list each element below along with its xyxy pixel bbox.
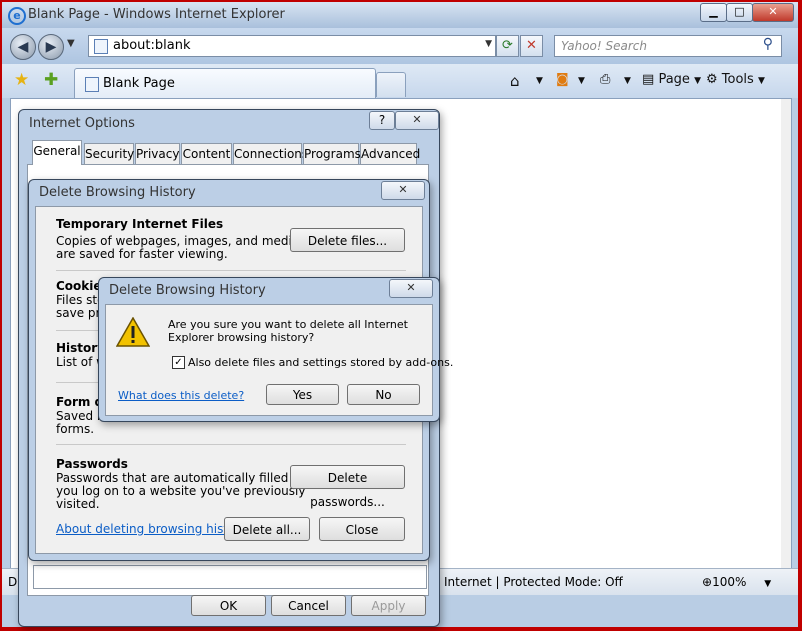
favorites-star-icon[interactable]: ★ <box>14 70 29 90</box>
tab-blank-page[interactable]: Blank Page <box>74 68 376 99</box>
divider <box>56 444 406 445</box>
tab-security[interactable]: Security <box>84 143 134 164</box>
confirm-message: Are you sure you want to delete all Inte… <box>168 318 408 331</box>
temp-files-desc: Copies of webpages, images, and media th… <box>56 234 328 248</box>
address-input[interactable]: about:blank <box>113 38 191 53</box>
addons-checkbox-label[interactable]: Also delete files and settings stored by… <box>188 356 453 369</box>
zoom-level: 100% <box>712 575 747 589</box>
dialog-title: Internet Options <box>29 116 135 131</box>
confirm-message-2: Explorer browsing history? <box>168 331 315 344</box>
maximize-button[interactable]: □ <box>726 3 753 22</box>
add-favorites-icon[interactable]: ✚ <box>44 70 58 90</box>
address-dropdown-icon[interactable]: ▼ <box>485 39 492 49</box>
search-box[interactable]: Yahoo! Search ⚲ <box>554 35 782 57</box>
help-button[interactable]: ? <box>369 111 395 130</box>
feeds-dropdown-icon[interactable]: ▼ <box>578 76 585 86</box>
tools-menu[interactable]: ⚙ Tools ▼ <box>706 72 765 87</box>
confirm-delete-dialog: Delete Browsing History ✕ Are you sure y… <box>98 277 453 422</box>
zoom-icon: ⊕ <box>702 575 713 589</box>
vertical-scrollbar[interactable] <box>781 99 791 573</box>
divider <box>56 270 406 271</box>
tab-content[interactable]: Content <box>181 143 232 164</box>
page-menu[interactable]: ▤ Page ▼ <box>642 72 701 87</box>
close-dialog-button[interactable]: ✕ <box>389 279 433 298</box>
home-dropdown-icon[interactable]: ▼ <box>536 76 543 86</box>
tab-label: Blank Page <box>103 76 175 91</box>
print-dropdown-icon[interactable]: ▼ <box>624 76 631 86</box>
page-icon <box>94 39 108 54</box>
passwords-desc-2: you log on to a website you've previousl… <box>56 484 306 498</box>
stop-button[interactable]: ✕ <box>520 35 543 57</box>
page-menu-label: Page <box>658 72 690 87</box>
tab-connections[interactable]: Connections <box>233 143 308 164</box>
page-menu-icon: ▤ <box>642 72 655 87</box>
window-title: Blank Page - Windows Internet Explorer <box>28 7 285 22</box>
page-icon <box>85 77 99 92</box>
input-field[interactable] <box>33 565 427 589</box>
search-icon[interactable]: ⚲ <box>763 36 773 52</box>
passwords-desc-3: visited. <box>56 497 100 511</box>
search-input[interactable]: Yahoo! Search <box>561 39 647 53</box>
close-window-button[interactable]: ✕ <box>752 3 794 22</box>
tools-menu-label: Tools <box>721 72 754 87</box>
cancel-button[interactable]: Cancel <box>271 595 346 616</box>
tab-privacy[interactable]: Privacy <box>135 143 180 164</box>
refresh-button[interactable]: ⟳ <box>496 35 519 57</box>
ie-logo-icon: e <box>8 7 26 25</box>
home-icon[interactable]: ⌂ <box>510 72 520 90</box>
tab-advanced[interactable]: Advanced <box>360 143 420 164</box>
section-heading-temp-files: Temporary Internet Files <box>56 217 224 231</box>
dialog-title: Delete Browsing History <box>39 185 196 200</box>
status-text: D <box>8 575 18 589</box>
minimize-button[interactable]: ▁ <box>700 3 727 22</box>
close-dialog-button[interactable]: ✕ <box>395 111 439 130</box>
warning-icon <box>116 317 150 347</box>
yes-button[interactable]: Yes <box>266 384 339 405</box>
tab-bar: ★ ✚ Blank Page ⌂ ▼ ◙ ▼ ⎙ ▼ ▤ Page ▼ ⚙ To… <box>2 64 798 99</box>
delete-passwords-button[interactable]: Delete passwords... <box>290 465 405 509</box>
close-button[interactable]: Close <box>319 517 405 541</box>
feeds-icon[interactable]: ◙ <box>556 72 569 87</box>
no-button[interactable]: No <box>347 384 420 405</box>
form-data-desc-2: forms. <box>56 422 95 436</box>
zoom-control[interactable]: ⊕100% ▼ <box>702 575 771 589</box>
address-bar[interactable]: about:blank ▼ <box>88 35 496 57</box>
new-tab-button[interactable] <box>376 72 406 97</box>
print-icon[interactable]: ⎙ <box>600 72 610 87</box>
about-deleting-link[interactable]: About deleting browsing history <box>56 522 247 536</box>
recent-pages-dropdown-icon[interactable]: ▼ <box>67 38 75 49</box>
ok-button[interactable]: OK <box>191 595 266 616</box>
title-bar: e Blank Page - Windows Internet Explorer… <box>2 2 798 28</box>
gear-icon: ⚙ <box>706 72 718 87</box>
what-does-this-delete-link[interactable]: What does this delete? <box>118 389 244 402</box>
security-zone-text: Internet | Protected Mode: Off <box>444 575 623 589</box>
dialog-title: Delete Browsing History <box>109 283 266 298</box>
tab-programs[interactable]: Programs <box>303 143 361 164</box>
section-heading-passwords: Passwords <box>56 457 128 471</box>
tab-general[interactable]: General <box>32 140 82 165</box>
delete-files-button[interactable]: Delete files... <box>290 228 405 252</box>
addons-checkbox[interactable]: ✓ <box>172 356 185 369</box>
navigation-bar: ◀ ▶ ▼ about:blank ▼ ⟳ ✕ Yahoo! Search ⚲ <box>2 28 798 64</box>
back-button[interactable]: ◀ <box>10 34 36 60</box>
apply-button[interactable]: Apply <box>351 595 426 616</box>
temp-files-desc-2: are saved for faster viewing. <box>56 247 228 261</box>
delete-all-button[interactable]: Delete all... <box>224 517 310 541</box>
confirm-panel: Are you sure you want to delete all Inte… <box>105 304 453 416</box>
close-dialog-button[interactable]: ✕ <box>381 181 425 200</box>
forward-button[interactable]: ▶ <box>38 34 64 60</box>
